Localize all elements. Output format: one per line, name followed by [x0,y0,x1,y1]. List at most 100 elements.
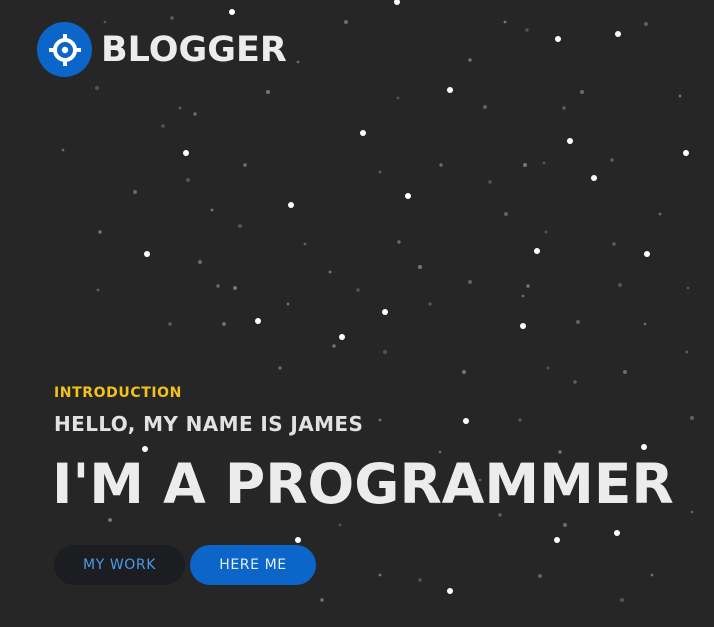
star-bright [339,334,345,340]
star-bright [382,309,388,315]
star-bright [144,251,150,257]
star-dim [378,418,382,422]
star-dim [328,270,332,274]
star-dim [439,163,443,167]
star-dim [562,106,566,110]
star-dim [542,161,546,165]
star-bright [394,0,400,5]
star-bright [405,193,411,199]
starfield-background [61,0,694,602]
star-bright [255,318,261,324]
logo-badge [37,22,92,77]
star-dim [483,105,487,109]
star-dim [612,242,616,246]
star-dim [383,350,387,354]
star-dim [658,212,662,216]
star-bright [683,150,689,156]
star-bright [554,537,560,543]
star-bright [615,31,621,37]
star-bright [591,175,597,181]
my-work-button[interactable]: MY WORK [54,545,185,585]
star-dim [286,302,290,306]
star-dim [378,573,382,577]
star-dim [623,370,627,374]
star-dim [504,212,508,216]
star-dim [526,284,530,288]
star-bright [463,418,469,424]
star-bright [644,251,650,257]
star-dim [428,302,432,306]
star-dim [573,380,577,384]
star-dim [397,240,401,244]
star-dim [96,288,100,292]
star-dim [222,322,226,326]
hire-me-button[interactable]: HERE ME [190,545,316,585]
star-dim [610,158,614,162]
star-bright [520,323,526,329]
star-dim [538,574,542,578]
star-bright [360,130,366,136]
star-dim [462,370,466,374]
brand-logo[interactable]: BLOGGER [37,22,287,77]
star-dim [266,90,270,94]
crosshair-icon [48,33,81,66]
star-bright [229,9,235,15]
star-bright [614,530,620,536]
star-dim [690,510,694,514]
star-bright [534,248,540,254]
star-dim [338,523,342,527]
star-dim [418,578,422,582]
star-dim [303,242,307,246]
star-dim [243,163,247,167]
star-dim [98,230,102,234]
star-dim [576,320,580,324]
star-dim [650,573,654,577]
star-dim [170,16,174,20]
star-dim [356,288,360,292]
star-bright [567,138,573,144]
star-dim [521,294,525,298]
star-dim [210,208,214,212]
star-dim [580,90,584,94]
star-dim [198,260,202,264]
star-bright [641,444,647,450]
star-dim [178,106,182,110]
star-dim [332,344,336,348]
star-dim [238,224,242,228]
section-label: INTRODUCTION [54,385,182,401]
star-dim [686,286,690,290]
star-dim [503,20,507,24]
star-dim [468,58,472,62]
star-dim [278,366,282,370]
greeting-text: HELLO, MY NAME IS JAMES [54,412,364,436]
star-dim [161,124,165,128]
star-dim [233,286,237,290]
star-dim [644,22,648,26]
hero-page: BLOGGER INTRODUCTION HELLO, MY NAME IS J… [0,0,714,627]
star-dim [133,190,137,194]
star-dim [523,163,527,167]
star-dim [468,280,472,284]
star-dim [620,598,624,602]
brand-name: BLOGGER [101,29,287,70]
star-dim [216,284,220,288]
star-dim [95,86,99,90]
star-dim [563,523,567,527]
star-dim [396,96,400,100]
star-dim [186,178,190,182]
star-dim [618,283,622,287]
star-dim [61,148,65,152]
star-dim [690,416,694,420]
star-dim [168,322,172,326]
star-dim [344,20,348,24]
star-dim [378,170,382,174]
star-bright [183,150,189,156]
hero-headline: I'M A PROGRAMMER [52,452,674,516]
star-bright [447,87,453,93]
star-dim [518,418,522,422]
star-dim [108,518,112,522]
star-bright [288,202,294,208]
star-dim [678,94,682,98]
star-dim [296,60,300,64]
star-bright [555,36,561,42]
